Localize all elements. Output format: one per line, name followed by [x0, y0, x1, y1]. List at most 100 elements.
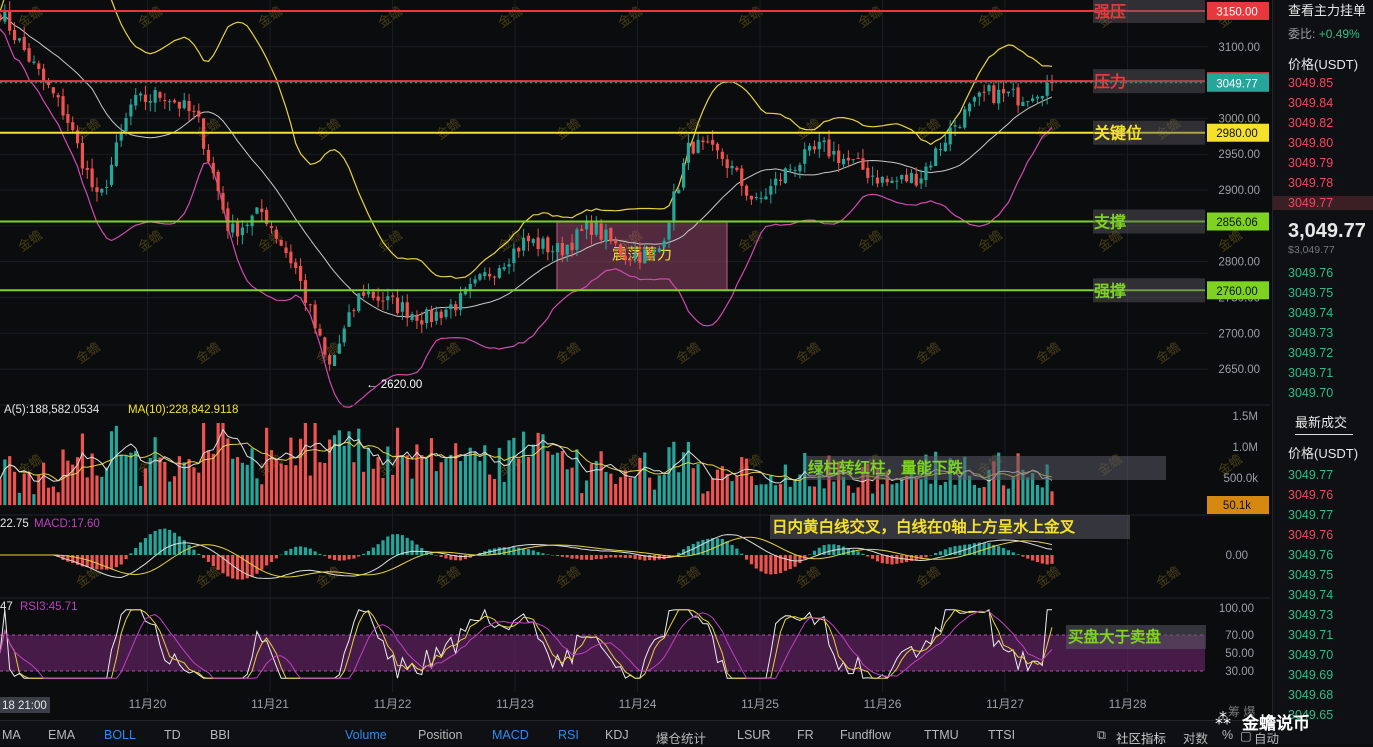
y-tick-label: 3000.00 — [1218, 113, 1260, 125]
y-tick-label: 2700.00 — [1218, 328, 1260, 340]
candle-body — [303, 280, 308, 303]
volume-bar — [808, 486, 812, 505]
candle-body — [187, 101, 191, 112]
indicator-tab-kdj[interactable]: KDJ — [605, 728, 629, 742]
macd-bar — [628, 555, 632, 559]
macd-bar — [749, 555, 754, 565]
candle-body — [871, 175, 875, 177]
community-indicator-button[interactable]: 社区指标 — [1116, 728, 1166, 747]
indicator-tab-td[interactable]: TD — [164, 728, 181, 742]
log-scale-button[interactable]: 对数 — [1183, 728, 1208, 747]
percent-button[interactable]: % — [1222, 728, 1233, 742]
candle-body — [22, 37, 26, 50]
macd-bar — [328, 555, 332, 559]
macd-bar — [192, 549, 196, 555]
macd-bar — [1035, 555, 1040, 563]
ask-price-row[interactable]: 3049.80 — [1288, 136, 1333, 150]
y-tick-label: 2900.00 — [1218, 185, 1260, 197]
volume-bar — [197, 472, 201, 505]
macd-bar — [342, 555, 346, 561]
candle-body — [546, 237, 550, 253]
ask-price-row[interactable]: 3049.78 — [1288, 176, 1333, 190]
volume-bar — [982, 486, 986, 505]
indicator-tab-爆仓统计[interactable]: 爆仓统计 — [656, 728, 706, 747]
trade-price-row[interactable]: 3049.77 — [1288, 468, 1333, 482]
ask-price-row[interactable]: 3049.82 — [1288, 116, 1333, 130]
bid-price-row[interactable]: 3049.72 — [1288, 346, 1333, 360]
indicator-tab-rsi[interactable]: RSI — [558, 728, 579, 742]
candle-body — [109, 164, 114, 185]
order-book-title[interactable]: 查看主力挂单 — [1288, 0, 1366, 19]
watermark-text: 金蟾 — [15, 227, 45, 254]
candle-body — [909, 173, 914, 183]
price-chart[interactable]: 金蟾 金蟾 金蟾 金蟾 金蟾 金蟾 金蟾 金蟾 金蟾金蟾 金蟾 金蟾 金蟾 金蟾 金蟾 金蟾 金蟾 金蟾金蟾 金蟾… — [0, 0, 1272, 720]
indicator-tab-fr[interactable]: FR — [797, 728, 814, 742]
y-tick-label: 2800.00 — [1218, 257, 1260, 269]
trade-price-row[interactable]: 3049.76 — [1288, 488, 1333, 502]
watermark-text: 金蟾 — [313, 563, 343, 590]
indicator-tab-fundflow[interactable]: Fundflow — [840, 728, 891, 742]
community-indicator-icon[interactable]: ⧉ — [1097, 728, 1106, 743]
indicator-tab-ema[interactable]: EMA — [48, 728, 75, 742]
ask-price-row[interactable]: 3049.84 — [1288, 96, 1333, 110]
indicator-tab-ttsi[interactable]: TTSI — [988, 728, 1015, 742]
indicator-tab-lsur[interactable]: LSUR — [737, 728, 770, 742]
volume-bar — [759, 484, 763, 505]
volume-bar — [507, 440, 511, 505]
indicator-tab-boll[interactable]: BOLL — [104, 728, 136, 742]
volume-bar — [943, 481, 947, 505]
candle-body — [211, 162, 215, 174]
macd-bar — [997, 546, 1001, 555]
bid-price-row[interactable]: 3049.71 — [1288, 366, 1333, 380]
volume-bar — [148, 457, 152, 505]
macd-bar — [861, 553, 865, 555]
macd-bar — [138, 542, 143, 555]
indicator-tab-macd[interactable]: MACD — [492, 728, 529, 742]
watermark-text: 金蟾 — [433, 115, 463, 142]
candle-body — [391, 295, 395, 297]
bid-price-row[interactable]: 3049.76 — [1288, 266, 1333, 280]
ask-price-row[interactable]: 3049.77 — [1273, 196, 1373, 210]
macd-bar — [415, 544, 419, 555]
candle-body — [163, 99, 167, 101]
volume-bar — [56, 492, 60, 505]
trade-price-row[interactable]: 3049.73 — [1288, 608, 1333, 622]
bid-price-row[interactable]: 3049.70 — [1288, 386, 1333, 400]
macd-bar — [366, 550, 371, 555]
trade-price-row[interactable]: 3049.69 — [1288, 668, 1333, 682]
volume-bar — [274, 458, 278, 505]
candle-body — [32, 61, 36, 63]
macd-bar — [134, 547, 138, 555]
indicator-tab-volume[interactable]: Volume — [345, 728, 387, 742]
trade-price-row[interactable]: 3049.77 — [1288, 508, 1333, 522]
macd-bar — [95, 555, 99, 570]
trade-price-row[interactable]: 3049.75 — [1288, 568, 1333, 582]
indicator-tab-ma[interactable]: MA — [2, 728, 21, 742]
trade-price-row[interactable]: 3049.70 — [1288, 648, 1333, 662]
trade-price-row[interactable]: 3049.76 — [1288, 548, 1333, 562]
macd-bar — [153, 530, 157, 555]
trade-price-row[interactable]: 3049.68 — [1288, 688, 1333, 702]
indicator-tab-ttmu[interactable]: TTMU — [924, 728, 959, 742]
bid-price-row[interactable]: 3049.74 — [1288, 306, 1333, 320]
trade-price-row[interactable]: 3049.76 — [1288, 528, 1333, 542]
macd-bar — [580, 555, 584, 560]
ask-price-row[interactable]: 3049.79 — [1288, 156, 1333, 170]
price-header: 价格(USDT) — [1288, 57, 1359, 72]
volume-bar — [129, 452, 133, 505]
trade-price-row[interactable]: 3049.74 — [1288, 588, 1333, 602]
macd-bar — [584, 555, 589, 560]
bid-price-row[interactable]: 3049.75 — [1288, 286, 1333, 300]
trade-price-row[interactable]: 3049.71 — [1288, 628, 1333, 642]
volume-bar — [580, 493, 584, 505]
candle-body — [298, 265, 303, 282]
ask-price-row[interactable]: 3049.85 — [1288, 76, 1333, 90]
indicator-tab-position[interactable]: Position — [418, 728, 462, 742]
candle-body — [827, 139, 831, 157]
indicator-tab-bbi[interactable]: BBI — [210, 728, 230, 742]
candlestick-series — [0, 1, 1054, 371]
volume-bar — [725, 473, 729, 505]
candle-body — [182, 100, 186, 109]
brand-icon: ⁂ — [1215, 711, 1231, 728]
bid-price-row[interactable]: 3049.73 — [1288, 326, 1333, 340]
